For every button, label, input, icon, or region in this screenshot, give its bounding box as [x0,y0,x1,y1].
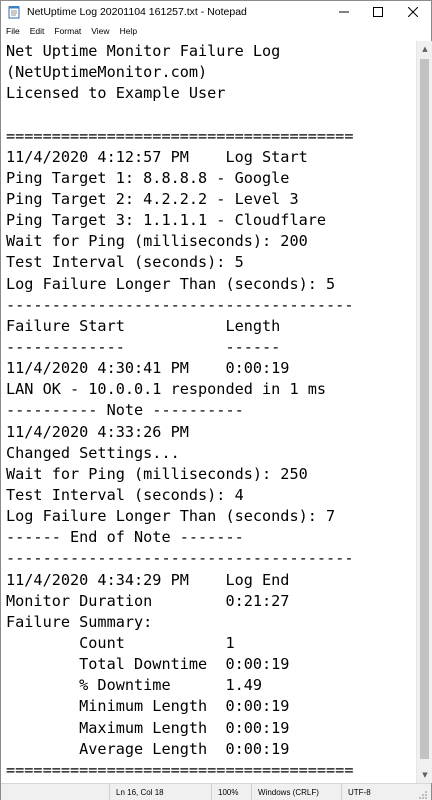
vertical-scrollbar[interactable]: ▲ ▼ [416,41,432,783]
encoding: UTF-8 [341,783,401,800]
text-line: Ping Target 2: 4.2.2.2 - Level 3 [6,189,299,208]
text-line: Licensed to Example User [6,84,226,103]
text-line: Average Length 0:00:19 [6,739,290,758]
text-line: Count 1 [6,633,235,652]
text-line: ====================================== [6,760,354,779]
menu-format[interactable]: Format [49,23,86,40]
text-line [6,104,416,125]
scroll-down-arrow-icon[interactable]: ▼ [417,767,432,783]
resize-grip-icon[interactable] [401,784,429,800]
scroll-up-arrow-icon[interactable]: ▲ [417,41,432,57]
notepad-icon [7,5,21,19]
status-spacer [1,784,109,800]
text-line: 11/4/2020 4:30:41 PM 0:00:19 [6,359,290,378]
close-icon [408,7,418,17]
window-title: NetUptime Log 20201104 161257.txt - Note… [27,6,247,18]
text-line: Failure Summary: [6,612,153,631]
text-line: Test Interval (seconds): 4 [6,485,244,504]
text-line: Wait for Ping (milliseconds): 250 [6,464,308,483]
text-line: ------------- ------ [6,337,281,356]
minimize-icon [339,11,349,13]
menu-help[interactable]: Help [115,23,142,40]
menu-bar: File Edit Format View Help [1,23,431,40]
text-line: Net Uptime Monitor Failure Log [6,42,281,60]
minimize-button[interactable] [327,1,361,23]
maximize-icon [373,7,383,17]
scrollbar-thumb[interactable] [420,59,429,759]
text-line: % Downtime 1.49 [6,676,263,695]
menu-edit[interactable]: Edit [25,23,50,40]
text-line: Total Downtime 0:00:19 [6,655,290,674]
text-line: Ping Target 3: 1.1.1.1 - Cloudflare [6,211,327,230]
maximize-button[interactable] [361,1,395,23]
zoom-level: 100% [211,783,251,800]
text-line: Monitor Duration 0:21:27 [6,591,290,610]
document-text[interactable]: Net Uptime Monitor Failure Log (NetUptime… [1,41,416,781]
text-line: 11/4/2020 4:33:26 PM [6,422,189,441]
text-line: ---------- Note ---------- [6,401,244,420]
text-line: Maximum Length 0:00:19 [6,718,290,737]
text-line: -------------------------------------- [6,295,354,314]
text-line: Ping Target 1: 8.8.8.8 - Google [6,168,290,187]
text-line: Failure Start Length [6,316,281,335]
text-line: Changed Settings... [6,443,180,462]
text-line: -------------------------------------- [6,549,354,568]
title-bar[interactable]: NetUptime Log 20201104 161257.txt - Note… [1,1,431,23]
text-line: Wait for Ping (milliseconds): 200 [6,232,308,251]
text-line: 11/4/2020 4:34:29 PM Log End [6,570,290,589]
text-line: ====================================== [6,126,354,145]
close-button[interactable] [395,1,431,23]
text-line: Minimum Length 0:00:19 [6,697,290,716]
line-endings: Windows (CRLF) [251,783,341,800]
text-line: Log Failure Longer Than (seconds): 7 [6,507,336,526]
menu-file[interactable]: File [1,23,25,40]
status-bar: Ln 16, Col 18 100% Windows (CRLF) UTF-8 [1,783,431,800]
cursor-position: Ln 16, Col 18 [109,783,211,800]
menu-view[interactable]: View [86,23,114,40]
text-line: Test Interval (seconds): 5 [6,253,244,272]
text-editor[interactable]: Net Uptime Monitor Failure Log (NetUptime… [1,41,416,783]
text-line: 11/4/2020 4:12:57 PM Log Start [6,147,308,166]
notepad-window: NetUptime Log 20201104 161257.txt - Note… [0,0,432,800]
text-line: Log Failure Longer Than (seconds): 5 [6,274,336,293]
text-line: ------ End of Note ------- [6,528,244,547]
text-line: LAN OK - 10.0.0.1 responded in 1 ms [6,380,327,399]
text-line: (NetUptimeMonitor.com) [6,63,208,82]
